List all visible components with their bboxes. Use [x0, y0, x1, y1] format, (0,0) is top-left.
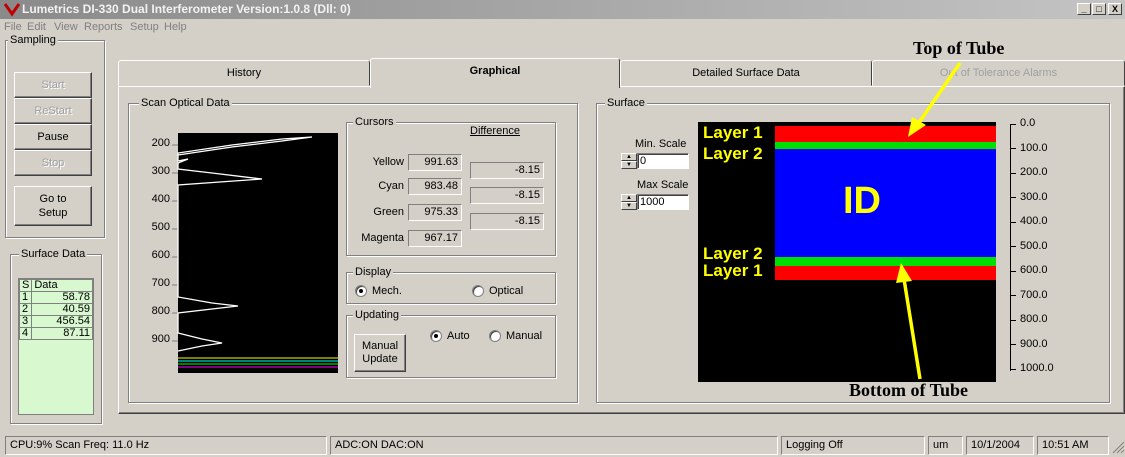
- table-cell-s: 2: [18, 303, 33, 316]
- title-bar: Lumetrics DI-330 Dual Interferometer Ver…: [0, 0, 1125, 19]
- pause-button[interactable]: Pause: [14, 124, 92, 150]
- minimize-button[interactable]: _: [1077, 3, 1091, 15]
- tab-panel: [118, 86, 1125, 414]
- table-cell-s: 4: [18, 327, 33, 340]
- sampling-label: Sampling: [8, 34, 58, 46]
- table-row[interactable]: 3 456.54: [18, 315, 93, 328]
- manual-update-line1: Manual: [361, 340, 399, 352]
- spin-down-icon[interactable]: ▼: [621, 202, 637, 210]
- window-title: Lumetrics DI-330 Dual Interferometer Ver…: [22, 2, 351, 16]
- menu-help[interactable]: Help: [164, 21, 187, 33]
- table-header-data: Data: [31, 279, 93, 292]
- restart-button[interactable]: ReStart: [14, 98, 92, 124]
- auto-radio[interactable]: [430, 330, 442, 342]
- menu-view[interactable]: View: [54, 21, 78, 33]
- optical-radio[interactable]: [472, 285, 484, 297]
- tab-out-of-tolerance-alarms[interactable]: Out of Tolerance Alarms: [872, 60, 1125, 86]
- status-cpu: CPU:9% Scan Freq: 11.0 Hz: [5, 436, 327, 455]
- surface-data-table-box: S Data 1 58.78 2 40.59 3 456.54 4 87.11: [18, 278, 94, 415]
- menu-setup[interactable]: Setup: [130, 21, 159, 33]
- manual-radio[interactable]: [489, 330, 501, 342]
- max-scale-spinner[interactable]: ▲ ▼: [621, 194, 637, 210]
- spin-down-icon[interactable]: ▼: [621, 161, 637, 169]
- goto-setup-line1: Go to: [39, 193, 67, 205]
- surface-data-label: Surface Data: [19, 248, 88, 260]
- table-cell-data: 40.59: [31, 303, 93, 316]
- table-cell-s: 1: [18, 291, 33, 304]
- table-cell-data: 58.78: [31, 291, 93, 304]
- surface-data-table: S Data 1 58.78 2 40.59 3 456.54 4 87.11: [18, 279, 93, 340]
- start-button[interactable]: Start: [14, 72, 92, 98]
- min-scale-spinner[interactable]: ▲ ▼: [621, 153, 637, 169]
- close-button[interactable]: X: [1108, 3, 1122, 15]
- table-cell-data: 87.11: [31, 327, 93, 340]
- table-header-row: S Data: [18, 279, 93, 292]
- table-header-s: S: [18, 279, 33, 292]
- tab-graphical[interactable]: Graphical: [370, 58, 620, 88]
- status-units: um: [928, 436, 963, 455]
- status-time: 10:51 AM: [1037, 436, 1109, 455]
- spin-up-icon[interactable]: ▲: [621, 194, 637, 202]
- table-row[interactable]: 1 58.78: [18, 291, 93, 304]
- table-cell-data: 456.54: [31, 315, 93, 328]
- top-of-tube-label: Top of Tube: [913, 38, 1005, 58]
- tab-detailed-surface-data[interactable]: Detailed Surface Data: [620, 60, 872, 86]
- app-logo-icon: [4, 3, 20, 17]
- spin-up-icon[interactable]: ▲: [621, 153, 637, 161]
- table-cell-s: 3: [18, 315, 33, 328]
- manual-update-line2: Update: [362, 353, 398, 365]
- menu-edit[interactable]: Edit: [27, 21, 46, 33]
- maximize-button[interactable]: □: [1092, 3, 1106, 15]
- goto-setup-button[interactable]: Go to Setup: [14, 186, 92, 226]
- table-row[interactable]: 4 87.11: [18, 327, 93, 340]
- goto-setup-line2: Setup: [38, 207, 68, 219]
- mech-radio[interactable]: [355, 285, 367, 297]
- manual-update-button[interactable]: Manual Update: [354, 334, 406, 372]
- stop-button[interactable]: Stop: [14, 150, 92, 176]
- status-adc: ADC:ON DAC:ON: [330, 436, 778, 455]
- menu-file[interactable]: File: [4, 21, 22, 33]
- tab-history[interactable]: History: [118, 60, 370, 86]
- status-date: 10/1/2004: [966, 436, 1034, 455]
- status-logging: Logging Off: [781, 436, 925, 455]
- resize-grip-icon[interactable]: [1111, 440, 1125, 454]
- table-row[interactable]: 2 40.59: [18, 303, 93, 316]
- menu-reports[interactable]: Reports: [84, 21, 123, 33]
